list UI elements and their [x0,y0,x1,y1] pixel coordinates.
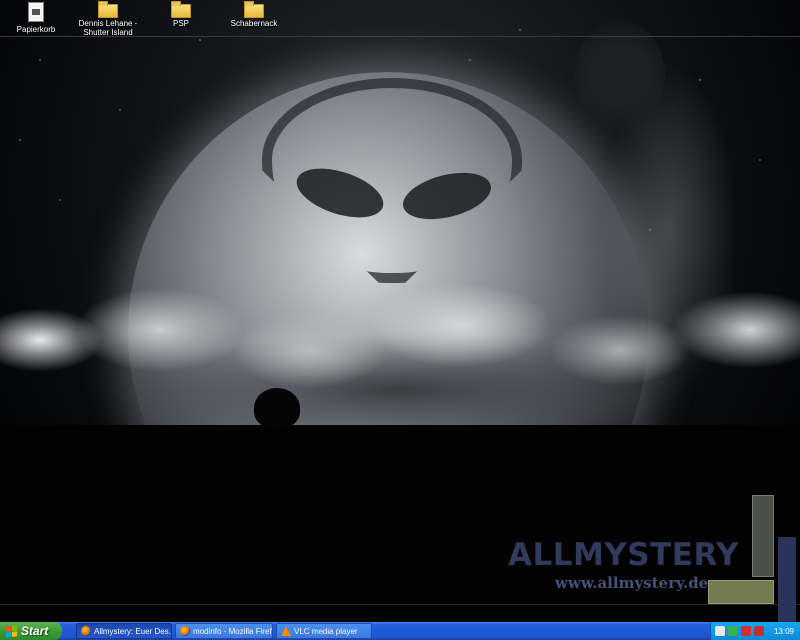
start-button[interactable]: Start [0,622,62,640]
tree-trunk [275,420,279,432]
taskbar: Start Allmystery: Euer Des... modinfo - … [0,622,800,640]
decorative-bar [778,537,796,622]
shield-icon[interactable] [715,626,725,636]
start-label: Start [21,624,49,638]
security-icon[interactable] [754,626,764,636]
folder-icon [98,1,118,18]
desktop-icon-label: Dennis Lehane - Shutter Island [78,19,138,37]
desktop-icon-schabernack[interactable]: Schabernack [214,1,294,28]
desktop-icon-label: Schabernack [230,19,278,28]
vlc-icon [281,626,291,636]
desktop-icon-label: Papierkorb [16,25,56,34]
windows-logo-icon [6,624,17,638]
desktop-icon-papierkorb[interactable]: Papierkorb [0,2,76,34]
brand-url-text: www.allmystery.de [555,574,709,592]
taskbar-button-modinfo[interactable]: modinfo - Mozilla Firefox [175,623,273,639]
firefox-icon [180,626,190,636]
desktop-wallpaper: ALLMYSTERY www.allmystery.de [0,0,800,622]
system-tray: 13:09 [710,622,800,640]
network-icon[interactable] [728,626,738,636]
firefox-icon [81,626,91,636]
ground-silhouette [0,425,800,622]
taskbar-button-label: VLC media player [294,626,358,636]
taskbar-button-vlc[interactable]: VLC media player [276,623,372,639]
taskbar-button-allmystery[interactable]: Allmystery: Euer Des... [76,623,172,639]
divider-line [0,604,800,605]
brand-logo-text: ALLMYSTERY [508,537,740,573]
taskbar-button-label: modinfo - Mozilla Firefox [193,626,273,636]
clock[interactable]: 13:09 [774,627,794,636]
decorative-bar [752,495,774,577]
desktop-icon-label: PSP [172,19,189,28]
decorative-bar [708,580,774,604]
antivirus-icon[interactable] [741,626,751,636]
desktop-icon-psp[interactable]: PSP [141,1,221,28]
recycle-bin-icon [28,2,44,22]
taskbar-button-label: Allmystery: Euer Des... [94,626,172,636]
desktop-icon-shutter-island[interactable]: Dennis Lehane - Shutter Island [68,1,148,37]
folder-icon [244,1,264,18]
folder-icon [171,1,191,18]
